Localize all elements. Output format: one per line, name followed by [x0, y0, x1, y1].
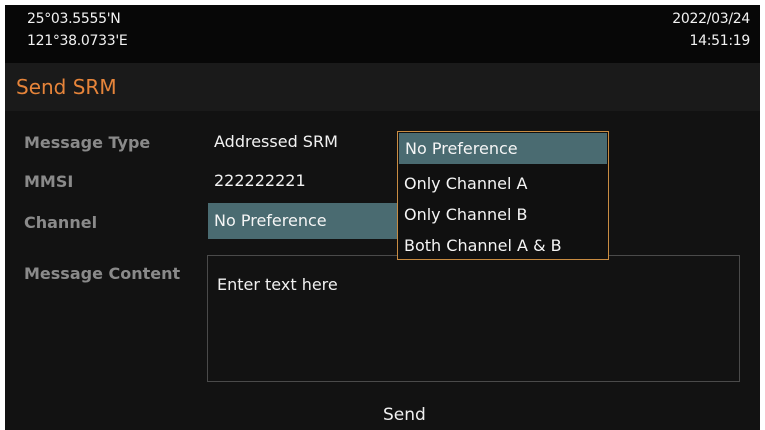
dropdown-option-no-preference[interactable]: No Preference — [399, 133, 607, 164]
mmsi-field[interactable]: 222222221 — [214, 171, 306, 190]
channel-label: Channel — [24, 213, 98, 232]
message-content-placeholder: Enter text here — [217, 275, 338, 294]
screen: 25°03.5555'N 121°38.0733'E 2022/03/24 14… — [5, 5, 760, 430]
dropdown-option-only-channel-b[interactable]: Only Channel B — [398, 199, 608, 230]
latitude-readout: 25°03.5555'N — [27, 11, 121, 27]
message-type-value[interactable]: Addressed SRM — [214, 132, 338, 151]
dropdown-option-only-channel-a[interactable]: Only Channel A — [398, 168, 608, 199]
dropdown-option-both-channels[interactable]: Both Channel A & B — [398, 230, 608, 261]
status-bar: 25°03.5555'N 121°38.0733'E 2022/03/24 14… — [5, 5, 760, 63]
longitude-readout: 121°38.0733'E — [27, 33, 128, 49]
message-content-label: Message Content — [24, 264, 181, 283]
message-content-field[interactable]: Enter text here — [207, 255, 740, 382]
date-readout: 2022/03/24 — [672, 11, 750, 27]
send-button[interactable]: Send — [383, 405, 426, 425]
title-bar: Send SRM — [5, 63, 760, 111]
time-readout: 14:51:19 — [689, 33, 751, 49]
message-type-label: Message Type — [24, 133, 151, 152]
page-title: Send SRM — [16, 75, 117, 99]
channel-select[interactable]: No Preference — [208, 203, 403, 239]
mmsi-label: MMSI — [24, 172, 74, 191]
channel-dropdown-menu: No Preference Only Channel A Only Channe… — [397, 131, 609, 260]
